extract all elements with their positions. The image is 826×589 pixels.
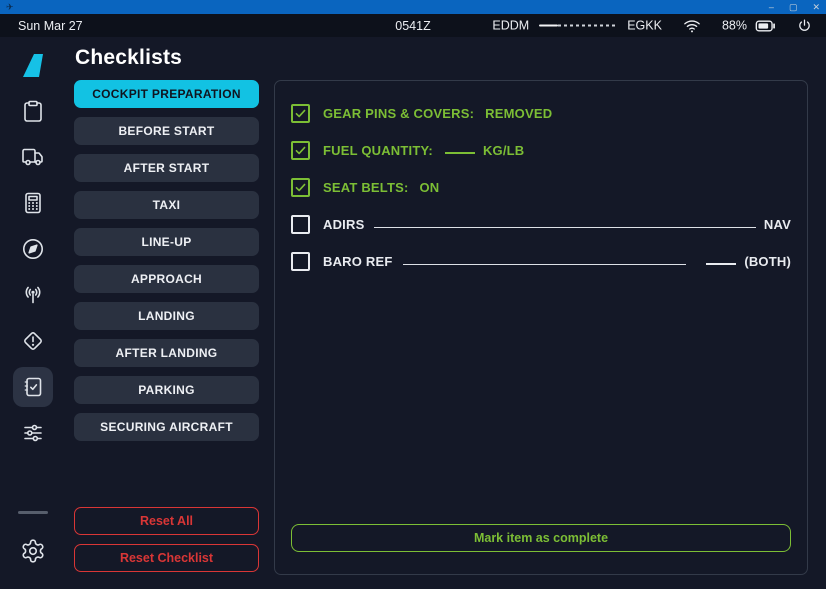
flight-progress-bar [539,24,617,27]
checklist-item[interactable]: BARO REF (BOTH) [291,249,791,273]
sidebar-item-calculator[interactable] [13,183,53,223]
clipboard-icon [21,99,45,123]
checklist-tab[interactable]: AFTER LANDING [74,339,259,367]
gear-icon [20,538,46,564]
app-icon: ✈ [6,3,14,12]
reset-all-button[interactable]: Reset All [74,507,259,535]
origin-airport: EDDM [492,19,529,33]
sidebar-item-clipboard[interactable] [13,91,53,131]
checklist-tab-label: LINE-UP [141,235,191,249]
calculator-icon [21,191,45,215]
sidebar-divider [18,511,48,514]
checklist-item-value: KG/LB [483,143,524,158]
checklist-tab-label: PARKING [138,383,195,397]
flight-route: EDDM EGKK [492,19,662,33]
checklist-item[interactable]: ADIRS NAV [291,212,791,236]
checklist-tab-label: SECURING AIRCRAFT [100,420,233,434]
warning-icon [21,329,45,353]
flight-progress-remaining [558,25,617,27]
checklist-tab-label: TAXI [153,198,181,212]
checklist-tab[interactable]: PARKING [74,376,259,404]
destination-airport: EGKK [627,19,662,33]
sidebar-item-settings[interactable] [13,531,53,571]
sidebar-item-truck[interactable] [13,137,53,177]
checklist-item-label: ADIRS [323,217,364,232]
minimize-button[interactable]: – [769,3,774,12]
compass-icon [21,237,45,261]
page-title: Checklists [75,46,826,70]
checklist-item-value: ON [420,180,440,195]
reset-checklist-button[interactable]: Reset Checklist [74,544,259,572]
status-date: Sun Mar 27 [18,19,83,33]
checklist-tab-label: AFTER START [124,161,210,175]
blank-underline [445,152,475,154]
blank-underline [706,263,736,265]
checkbox-icon[interactable] [291,252,310,271]
checklist-item-label: GEAR PINS & COVERS: [323,106,474,121]
checklist-tab-label: AFTER LANDING [116,346,218,360]
flight-progress-solid [539,25,558,27]
sidebar-item-compass[interactable] [13,229,53,269]
battery-icon [755,19,776,32]
power-icon[interactable] [797,18,812,33]
sidebar-item-antenna[interactable] [13,275,53,315]
checkbox-icon[interactable] [291,104,310,123]
checklist-item[interactable]: GEAR PINS & COVERS: REMOVED [291,101,791,125]
checklist-tab-label: COCKPIT PREPARATION [92,87,241,101]
checkbox-icon[interactable] [291,141,310,160]
checkbox-icon[interactable] [291,178,310,197]
wifi-icon [683,18,701,33]
sliders-icon [21,421,45,445]
checklist-panel: GEAR PINS & COVERS: REMOVED FUEL QUANTIT… [274,80,808,575]
checklist-tab-label: APPROACH [131,272,202,286]
antenna-icon [21,283,45,307]
checklist-tab-label: LANDING [138,309,195,323]
mark-item-complete-button[interactable]: Mark item as complete [291,524,791,552]
checklist-tab[interactable]: LANDING [74,302,259,330]
checklist-tab[interactable]: AFTER START [74,154,259,182]
battery-percentage: 88% [722,19,747,33]
status-bar: Sun Mar 27 0541Z EDDM EGKK 88% [0,14,826,37]
checklist-item-value: REMOVED [485,106,552,121]
window-titlebar: ✈ – ▢ ✕ [0,0,826,14]
checklist-tab[interactable]: SECURING AIRCRAFT [74,413,259,441]
checklist-item-label: SEAT BELTS: [323,180,409,195]
checklist-item-label: BARO REF [323,254,393,269]
checklist-tab[interactable]: TAXI [74,191,259,219]
checklist-tab-label: BEFORE START [118,124,214,138]
maximize-button[interactable]: ▢ [789,3,798,12]
checkbox-icon[interactable] [291,215,310,234]
checklist-tab[interactable]: BEFORE START [74,117,259,145]
checklist-tab[interactable]: APPROACH [74,265,259,293]
checklist-item[interactable]: SEAT BELTS: ON [291,175,791,199]
checklist-item-value: NAV [764,217,791,232]
close-button[interactable]: ✕ [812,3,820,12]
leader-line [374,227,755,228]
checklist-icon [21,375,45,399]
sidebar-item-sliders[interactable] [13,413,53,453]
flybywire-logo [18,52,48,78]
checklist-tab-list: COCKPIT PREPARATION BEFORE START AFTER S… [74,80,259,575]
sidebar [0,37,66,589]
checklist-item-label: FUEL QUANTITY: [323,143,433,158]
sidebar-item-warning[interactable] [13,321,53,361]
sidebar-item-checklist[interactable] [13,367,53,407]
leader-line [403,264,687,265]
truck-icon [21,145,45,169]
checklist-tab[interactable]: LINE-UP [74,228,259,256]
checklist-item-value: (BOTH) [744,254,791,269]
status-utc-time: 0541Z [395,19,430,33]
checklist-item[interactable]: FUEL QUANTITY: KG/LB [291,138,791,162]
checklist-tab[interactable]: COCKPIT PREPARATION [74,80,259,108]
